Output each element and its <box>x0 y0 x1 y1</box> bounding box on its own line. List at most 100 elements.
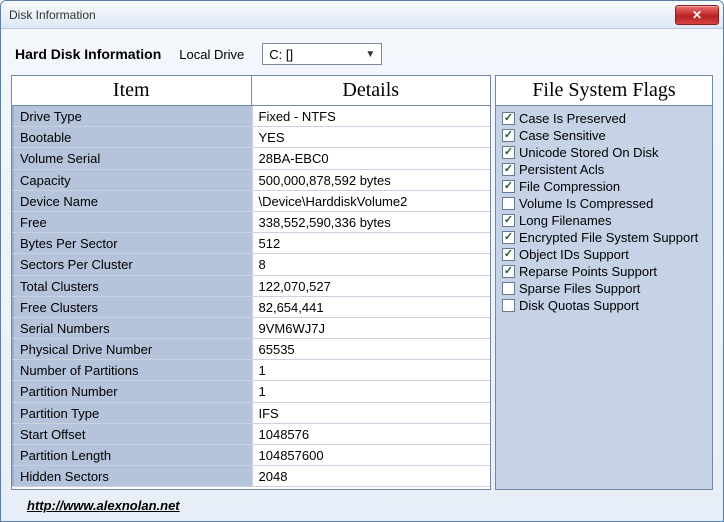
table-row[interactable]: Total Clusters122,070,527 <box>12 276 490 297</box>
flag-label: Long Filenames <box>519 212 612 229</box>
flag-item[interactable]: Object IDs Support <box>502 246 706 263</box>
flag-label: File Compression <box>519 178 620 195</box>
cell-detail: 2048 <box>253 466 491 486</box>
cell-item: Free Clusters <box>12 297 253 317</box>
cell-detail: 500,000,878,592 bytes <box>253 170 491 190</box>
table-row[interactable]: Drive TypeFixed - NTFS <box>12 106 490 127</box>
table-row[interactable]: Partition Length104857600 <box>12 445 490 466</box>
checkbox-icon[interactable] <box>502 282 515 295</box>
col-details-header: Details <box>252 76 491 105</box>
cell-detail: \Device\HarddiskVolume2 <box>253 191 491 211</box>
cell-item: Bytes Per Sector <box>12 233 253 253</box>
cell-detail: 1048576 <box>253 424 491 444</box>
cell-detail: 338,552,590,336 bytes <box>253 212 491 232</box>
cell-item: Bootable <box>12 127 253 147</box>
cell-item: Number of Partitions <box>12 360 253 380</box>
flag-item[interactable]: Case Is Preserved <box>502 110 706 127</box>
table-row[interactable]: Hidden Sectors2048 <box>12 466 490 487</box>
cell-detail: YES <box>253 127 491 147</box>
checkbox-icon[interactable] <box>502 146 515 159</box>
cell-detail: 122,070,527 <box>253 276 491 296</box>
table-row[interactable]: Serial Numbers9VM6WJ7J <box>12 318 490 339</box>
cell-item: Serial Numbers <box>12 318 253 338</box>
flag-item[interactable]: Sparse Files Support <box>502 280 706 297</box>
table-row[interactable]: Start Offset1048576 <box>12 424 490 445</box>
cell-detail: IFS <box>253 403 491 423</box>
flag-label: Unicode Stored On Disk <box>519 144 658 161</box>
cell-detail: 65535 <box>253 339 491 359</box>
table-row[interactable]: Capacity500,000,878,592 bytes <box>12 170 490 191</box>
flag-item[interactable]: Volume Is Compressed <box>502 195 706 212</box>
flag-label: Reparse Points Support <box>519 263 657 280</box>
table-row[interactable]: Volume Serial28BA-EBC0 <box>12 148 490 169</box>
table-row[interactable]: Device Name\Device\HarddiskVolume2 <box>12 191 490 212</box>
flag-item[interactable]: Unicode Stored On Disk <box>502 144 706 161</box>
flag-item[interactable]: Reparse Points Support <box>502 263 706 280</box>
checkbox-icon[interactable] <box>502 265 515 278</box>
window-frame: Disk Information ✕ Hard Disk Information… <box>0 0 724 522</box>
cell-item: Partition Length <box>12 445 253 465</box>
table-row[interactable]: Partition TypeIFS <box>12 403 490 424</box>
drive-select[interactable]: C: [] ▼ <box>262 43 382 65</box>
close-button[interactable]: ✕ <box>675 5 719 25</box>
col-item-header: Item <box>12 76 252 105</box>
table-header: Item Details <box>12 76 490 106</box>
checkbox-icon[interactable] <box>502 180 515 193</box>
checkbox-icon[interactable] <box>502 214 515 227</box>
table-row[interactable]: Number of Partitions1 <box>12 360 490 381</box>
checkbox-icon[interactable] <box>502 112 515 125</box>
checkbox-icon[interactable] <box>502 248 515 261</box>
cell-detail: 512 <box>253 233 491 253</box>
flag-label: Volume Is Compressed <box>519 195 653 212</box>
info-table: Item Details Drive TypeFixed - NTFSBoota… <box>11 75 491 490</box>
table-row[interactable]: Free Clusters82,654,441 <box>12 297 490 318</box>
checkbox-icon[interactable] <box>502 299 515 312</box>
table-row[interactable]: BootableYES <box>12 127 490 148</box>
cell-detail: 9VM6WJ7J <box>253 318 491 338</box>
titlebar: Disk Information ✕ <box>1 1 723 29</box>
table-row[interactable]: Sectors Per Cluster8 <box>12 254 490 275</box>
table-row[interactable]: Partition Number1 <box>12 381 490 402</box>
checkbox-icon[interactable] <box>502 197 515 210</box>
cell-item: Start Offset <box>12 424 253 444</box>
table-row[interactable]: Free338,552,590,336 bytes <box>12 212 490 233</box>
cell-item: Capacity <box>12 170 253 190</box>
flag-label: Case Sensitive <box>519 127 606 144</box>
cell-detail: Fixed - NTFS <box>253 106 491 126</box>
flag-label: Object IDs Support <box>519 246 629 263</box>
cell-item: Hidden Sectors <box>12 466 253 486</box>
hard-disk-info-label: Hard Disk Information <box>15 46 161 62</box>
flag-item[interactable]: File Compression <box>502 178 706 195</box>
cell-item: Sectors Per Cluster <box>12 254 253 274</box>
cell-item: Partition Type <box>12 403 253 423</box>
flag-item[interactable]: Case Sensitive <box>502 127 706 144</box>
flags-panel: File System Flags Case Is PreservedCase … <box>495 75 713 490</box>
cell-detail: 82,654,441 <box>253 297 491 317</box>
flags-header: File System Flags <box>496 76 712 106</box>
flag-item[interactable]: Disk Quotas Support <box>502 297 706 314</box>
footer: http://www.alexnolan.net <box>11 490 713 515</box>
cell-item: Physical Drive Number <box>12 339 253 359</box>
website-link[interactable]: http://www.alexnolan.net <box>27 498 180 513</box>
flag-item[interactable]: Long Filenames <box>502 212 706 229</box>
table-row[interactable]: Physical Drive Number65535 <box>12 339 490 360</box>
flag-label: Sparse Files Support <box>519 280 640 297</box>
cell-detail: 1 <box>253 360 491 380</box>
flags-body: Case Is PreservedCase SensitiveUnicode S… <box>496 106 712 318</box>
flag-item[interactable]: Encrypted File System Support <box>502 229 706 246</box>
close-icon: ✕ <box>692 8 702 22</box>
cell-detail: 1 <box>253 381 491 401</box>
flag-label: Case Is Preserved <box>519 110 626 127</box>
chevron-down-icon: ▼ <box>363 49 377 60</box>
flag-label: Persistent Acls <box>519 161 604 178</box>
checkbox-icon[interactable] <box>502 231 515 244</box>
cell-item: Total Clusters <box>12 276 253 296</box>
cell-detail: 28BA-EBC0 <box>253 148 491 168</box>
checkbox-icon[interactable] <box>502 163 515 176</box>
checkbox-icon[interactable] <box>502 129 515 142</box>
table-row[interactable]: Bytes Per Sector512 <box>12 233 490 254</box>
cell-detail: 8 <box>253 254 491 274</box>
flag-item[interactable]: Persistent Acls <box>502 161 706 178</box>
window-body: Hard Disk Information Local Drive C: [] … <box>1 29 723 521</box>
flag-label: Disk Quotas Support <box>519 297 639 314</box>
